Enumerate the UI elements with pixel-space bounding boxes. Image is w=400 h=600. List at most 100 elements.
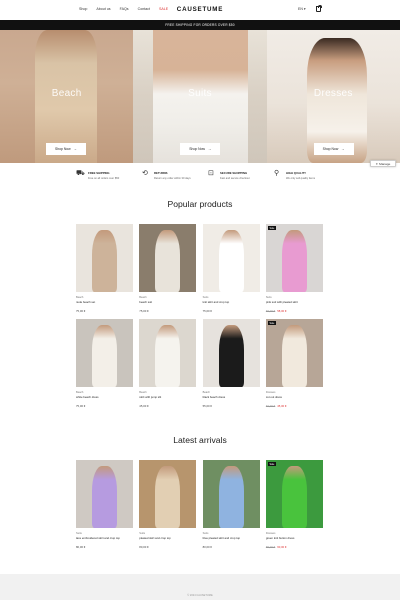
model-figure [218,325,244,387]
product-card[interactable]: Beach skirt with jump slit 45,00 € [139,319,197,408]
product-card[interactable]: Sale Dresses cut out dress 60,00 €45,00 € [265,319,323,408]
product-category[interactable]: Dresses [266,532,323,535]
product-image[interactable] [139,224,197,292]
feature-title: RETURNS [154,171,168,175]
product-card[interactable]: Suits blue pleated skirt and crop top 80,0… [202,460,260,549]
shop-now-button[interactable]: Shop Now → [180,143,221,155]
product-name[interactable]: pleated skirt and crop top [139,536,196,540]
product-current-price: 75,00 € [202,309,212,313]
popular-products-title: Popular products [167,199,233,209]
product-image[interactable] [202,224,260,292]
product-image[interactable]: Sale [265,460,323,528]
model-figure [218,230,244,292]
product-price: 80,00 € [203,545,260,549]
product-name[interactable]: white beach dress [76,395,133,399]
product-old-price: 65,00 € [265,309,276,313]
shop-now-button[interactable]: Shop Now → [46,143,86,155]
feature-subtitle: Return any order within 30 days [154,176,191,180]
product-image[interactable] [202,460,260,528]
product-name[interactable]: nude beach set [76,300,133,304]
product-category[interactable]: Dresses [266,391,323,394]
promo-bar: FREE SHIPPING FOR ORDERS OVER $50 [0,20,400,30]
product-image[interactable] [202,319,260,387]
product-price: 80,00 € [139,545,196,549]
product-price: 75,00 € [139,309,196,313]
product-image[interactable]: Sale [265,319,323,387]
product-card[interactable]: Beach nude beach set 75,00 € [76,224,133,313]
hero-panel-label: Suits [188,88,212,99]
product-category[interactable]: Suits [203,532,260,535]
model-figure [281,230,307,292]
arrow-right-icon: → [341,147,345,151]
shop-now-button[interactable]: Shop Now → [313,143,354,155]
top-navigation: Shop About us FAQs Contact SALE CAUSETUM… [0,0,400,20]
product-sale-price: 58,00 € [277,309,287,313]
product-image[interactable] [139,319,197,387]
product-image[interactable] [76,460,133,528]
hero-panel-beach[interactable]: Beach Shop Now → [0,30,134,163]
product-name[interactable]: pink suit with pleated skirt [266,300,323,304]
model-figure [155,325,181,387]
product-category[interactable]: Beach [76,391,133,394]
product-price: 65,00 €58,00 € [266,309,323,313]
product-category[interactable]: Beach [203,391,260,394]
product-name[interactable]: knit skirt and crop top [203,300,260,304]
product-card[interactable]: Beach beach suit 75,00 € [139,224,197,313]
product-card[interactable]: Sale Suits pink suit with pleated skirt 65,… [265,224,323,313]
product-card[interactable]: Suits lace embroidered skirt and crop top… [76,460,133,549]
product-category[interactable]: Suits [203,296,260,299]
model-figure [92,230,117,292]
product-card[interactable]: Suits knit skirt and crop top 75,00 € [202,224,260,313]
quality-icon: ⚲ [274,170,280,177]
product-price: 75,00 € [203,309,260,313]
arrow-right-icon: → [73,147,78,151]
product-category[interactable]: Beach [76,296,133,299]
footer-copyright: © 2024 CAUSETUME [187,594,213,597]
hero-panel-dresses[interactable]: Dresses Shop Now → [266,30,400,163]
manage-button[interactable]: ✦ Manage [370,160,396,167]
manage-label: Manage [379,162,391,166]
product-image[interactable] [76,319,133,387]
product-card[interactable]: Suits pleated skirt and crop top 80,00 € [139,460,197,549]
product-category[interactable]: Beach [139,391,196,394]
product-current-price: 75,00 € [76,309,86,313]
truck-icon: ⛟ [76,170,85,177]
product-card[interactable]: Beach white beach dress 75,00 € [76,319,133,408]
product-price: 60,00 €45,00 € [266,404,323,408]
product-old-price: 60,00 € [265,404,276,408]
product-name[interactable]: beach suit [139,300,196,304]
feature-item: ⚲ HIGH QUALITY We only sell quality items [274,170,336,184]
product-name[interactable]: green knit button dress [266,536,323,540]
product-image[interactable] [139,460,197,528]
chevron-down-icon: ▾ [303,7,306,11]
language-selector[interactable]: EN ▾ [298,7,306,11]
product-current-price: 45,00 € [139,404,149,408]
product-name[interactable]: black beach dress [203,395,260,399]
brand-logo[interactable]: CAUSETUME [0,6,400,13]
model-figure [92,325,117,387]
product-name[interactable]: cut out dress [266,395,323,399]
hero-panel-label: Beach [51,88,82,99]
product-category[interactable]: Beach [139,296,196,299]
product-image[interactable]: Sale [265,224,323,292]
latest-arrivals-title: Latest arrivals [173,435,227,445]
product-category[interactable]: Suits [266,296,323,299]
product-image[interactable] [76,224,133,292]
product-name[interactable]: blue pleated skirt and crop top [203,536,260,540]
product-card[interactable]: Beach black beach dress 55,00 € [202,319,260,408]
product-name[interactable]: skirt with jump slit [139,395,196,399]
product-current-price: 75,00 € [76,404,86,408]
product-current-price: 75,00 € [139,309,149,313]
product-category[interactable]: Suits [139,532,196,535]
shopping-bag-icon[interactable] [316,4,322,12]
product-old-price: 85,00 € [265,545,276,549]
product-card[interactable]: Sale Dresses green knit button dress 85,00 … [265,460,323,549]
product-price: 45,00 € [139,404,196,408]
feature-item: ⟲ RETURNS Return any order within 30 days [142,170,204,184]
product-category[interactable]: Suits [76,532,133,535]
product-name[interactable]: lace embroidered skirt and crop top [76,536,133,540]
model-figure [155,466,181,528]
product-price: 75,00 € [76,309,133,313]
hero-banner: Beach Shop Now → Suits Shop Now → Dresses … [0,30,400,163]
hero-panel-suits[interactable]: Suits Shop Now → [133,30,267,163]
